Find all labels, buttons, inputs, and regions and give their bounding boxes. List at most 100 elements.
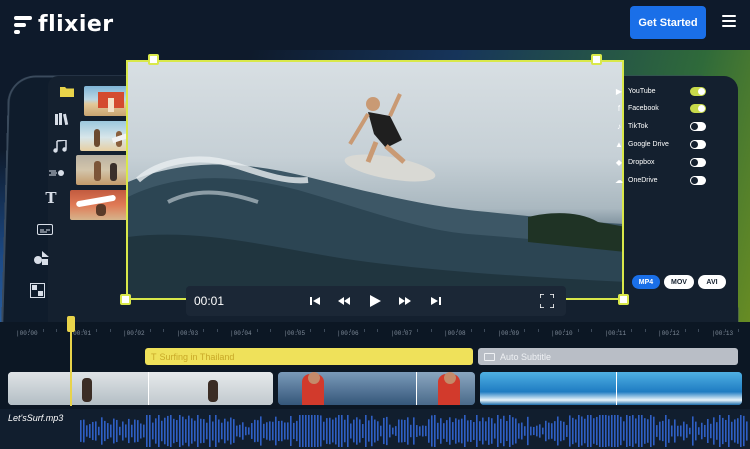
ruler-tick-label: |00:12 <box>658 330 680 337</box>
waveform-bar <box>293 422 295 440</box>
waveform-bar <box>362 424 364 438</box>
youtube-icon: ▶ <box>615 86 623 96</box>
resize-handle-top-right[interactable] <box>591 54 602 65</box>
waveform-bar <box>206 422 208 440</box>
waveform-bar <box>350 423 352 439</box>
skip-forward-icon[interactable] <box>431 293 441 309</box>
folder-icon[interactable] <box>58 84 76 98</box>
waveform-bar <box>212 421 214 441</box>
ruler-tick-label: |00:09 <box>497 330 520 337</box>
music-icon[interactable] <box>51 139 69 153</box>
shapes-icon[interactable] <box>32 251 50 265</box>
waveform-bar <box>200 418 202 444</box>
waveform-bar <box>482 417 484 445</box>
waveform-bar <box>314 415 316 447</box>
waveform-bar <box>581 416 583 446</box>
resize-handle-bottom-right[interactable] <box>618 294 629 305</box>
waveform-bar <box>401 419 403 443</box>
waveform-bar <box>407 417 409 445</box>
waveform-bar <box>320 415 322 447</box>
waveform-bar <box>380 425 382 437</box>
overlay-icon[interactable] <box>28 282 46 298</box>
waveform-bar <box>518 423 520 439</box>
waveform-bar <box>248 427 250 435</box>
facebook-toggle[interactable] <box>690 103 706 113</box>
brand-logo[interactable]: flixier <box>14 12 114 37</box>
ruler-tick-label: |00:03 <box>176 330 199 337</box>
fast-forward-icon[interactable] <box>399 293 411 309</box>
ruler-minor-tick <box>256 329 258 332</box>
waveform-bar <box>578 415 580 447</box>
waveform-bar <box>662 420 664 442</box>
subtitle-clip[interactable]: Auto Subtitle <box>478 348 738 365</box>
site-header: flixier Get Started <box>0 0 750 50</box>
waveform-bar <box>134 419 136 443</box>
library-icon[interactable] <box>54 112 72 126</box>
get-started-button[interactable]: Get Started <box>630 6 706 39</box>
hamburger-icon[interactable] <box>722 15 736 29</box>
dropbox-toggle[interactable] <box>690 157 706 167</box>
transition-icon[interactable] <box>48 166 66 180</box>
waveform-bar <box>356 417 358 445</box>
video-clip[interactable] <box>480 372 742 405</box>
waveform-bar <box>131 424 133 438</box>
waveform-bar <box>557 416 559 446</box>
ruler-tick-label: |00:05 <box>283 330 306 337</box>
waveform-bar <box>230 417 232 445</box>
ruler-minor-tick <box>377 329 379 332</box>
waveform-bar <box>413 417 415 445</box>
ruler-minor-tick <box>524 329 526 332</box>
waveform-bar <box>449 417 451 445</box>
waveform-bar <box>161 420 163 442</box>
waveform-bar <box>116 419 118 443</box>
waveform-bar <box>533 426 535 436</box>
waveform-bar <box>353 419 355 443</box>
tiktok-toggle[interactable] <box>690 121 706 131</box>
video-preview[interactable] <box>126 60 624 300</box>
waveform-bar <box>347 415 349 447</box>
ruler-minor-tick <box>698 329 700 332</box>
ruler-minor-tick <box>243 329 245 332</box>
ruler-minor-tick <box>484 329 486 332</box>
waveform-bar <box>98 426 100 436</box>
video-clip[interactable] <box>278 372 475 405</box>
google-drive-toggle[interactable] <box>690 139 706 149</box>
waveform-bar <box>185 419 187 443</box>
waveform-bar <box>698 427 700 435</box>
waveform-bar <box>317 415 319 447</box>
format-avi-button[interactable]: AVI <box>698 275 726 289</box>
waveform-bar <box>434 415 436 447</box>
onedrive-toggle[interactable] <box>690 175 706 185</box>
waveform-bar <box>461 418 463 444</box>
waveform-bar <box>191 418 193 444</box>
waveform-bar <box>392 427 394 435</box>
format-mov-button[interactable]: MOV <box>664 275 694 289</box>
format-mp4-button[interactable]: MP4 <box>632 275 660 289</box>
ruler-minor-tick <box>577 329 579 332</box>
skip-back-icon[interactable] <box>310 293 320 309</box>
ruler-tick-label: |00:04 <box>230 330 252 337</box>
waveform-bar <box>560 420 562 442</box>
waveform-bar <box>443 423 445 439</box>
waveform-bar <box>638 415 640 447</box>
waveform-bar <box>716 422 718 440</box>
waveform-bar <box>668 419 670 443</box>
resize-handle-bottom-left[interactable] <box>120 294 131 305</box>
waveform-bar <box>476 415 478 447</box>
rewind-icon[interactable] <box>338 293 350 309</box>
text-clip[interactable]: T Surfing in Thailand <box>145 348 473 365</box>
waveform-bar <box>641 415 643 447</box>
youtube-toggle[interactable] <box>690 86 706 96</box>
media-thumbnail[interactable] <box>70 190 128 220</box>
waveform-bar <box>107 423 109 439</box>
ruler-minor-tick <box>296 329 298 332</box>
waveform-bar <box>197 415 199 447</box>
playhead-handle[interactable] <box>67 316 75 332</box>
video-clip[interactable] <box>8 372 273 405</box>
waveform-bar <box>101 417 103 445</box>
play-icon[interactable] <box>370 293 381 309</box>
resize-handle-top-left[interactable] <box>148 54 159 65</box>
fullscreen-icon[interactable] <box>540 293 554 309</box>
text-icon[interactable]: T <box>42 190 60 205</box>
subtitle-icon[interactable] <box>36 222 54 236</box>
